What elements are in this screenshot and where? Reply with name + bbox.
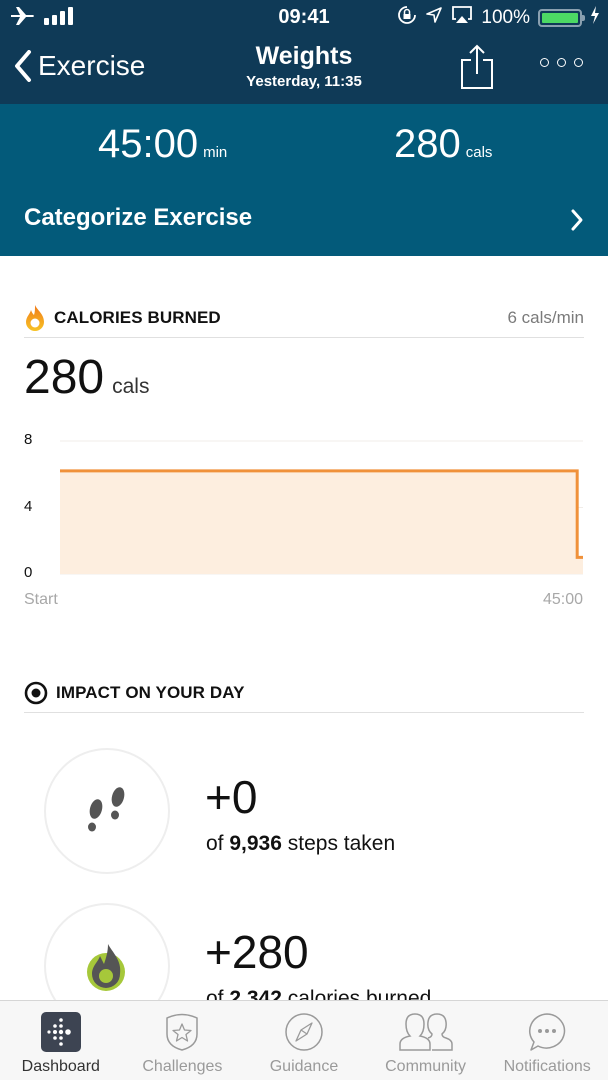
battery-percent: 100% <box>481 7 530 28</box>
calories-chart-svg <box>60 440 583 575</box>
community-icon <box>398 1012 454 1052</box>
steps-delta: +0 <box>205 771 258 823</box>
total-calories-value: 280 <box>24 351 105 404</box>
notifications-icon <box>527 1012 567 1052</box>
total-calories-unit: cals <box>112 375 150 398</box>
y-tick-label: 4 <box>24 497 33 515</box>
categorize-exercise-label: Categorize Exercise <box>24 204 253 231</box>
tab-label: Dashboard <box>21 1058 100 1075</box>
battery-icon <box>538 9 585 27</box>
x-tick-label: Start <box>24 591 58 608</box>
back-label: Exercise <box>38 50 146 81</box>
dashboard-icon <box>40 1012 81 1052</box>
challenges-icon <box>162 1012 202 1052</box>
section-title: CALORIES BURNED <box>54 307 221 327</box>
footprints-icon <box>88 787 125 832</box>
calories-delta: +280 <box>205 926 309 978</box>
tab-label: Challenges <box>142 1058 223 1075</box>
calorie-flame-icon <box>87 944 125 991</box>
categorize-exercise-row[interactable]: Categorize Exercise <box>0 196 608 246</box>
tab-challenges[interactable]: Challenges <box>122 1001 244 1080</box>
icon-ring <box>44 748 170 874</box>
impact-item-steps[interactable]: +0 of 9,936 steps taken <box>0 748 608 878</box>
section-title: IMPACT ON YOUR DAY <box>56 682 245 702</box>
chevron-left-icon <box>15 50 31 82</box>
tab-guidance[interactable]: Guidance <box>243 1001 365 1080</box>
share-icon <box>461 44 493 89</box>
airplay-icon <box>451 5 473 31</box>
navigation-bar: Exercise Weights Yesterday, 11:35 <box>0 34 608 104</box>
steps-description: of 9,936 steps taken <box>206 832 396 855</box>
calories-stat: 280 cals <box>394 122 492 167</box>
location-icon <box>425 6 443 30</box>
more-icon <box>540 58 549 67</box>
x-tick-label: 45:00 <box>542 591 583 608</box>
tab-dashboard[interactable]: Dashboard <box>0 1001 122 1080</box>
share-button[interactable] <box>460 44 494 95</box>
tab-label: Notifications <box>503 1058 591 1075</box>
tab-community[interactable]: Community <box>365 1001 487 1080</box>
tab-bar: Dashboard Challenges Guidance Community … <box>0 1000 608 1080</box>
target-icon <box>24 681 48 704</box>
charging-icon <box>590 6 600 30</box>
y-tick-label: 8 <box>24 431 33 448</box>
duration-stat: 45:00 min <box>98 122 227 167</box>
tab-label: Guidance <box>269 1058 339 1075</box>
calories-value: 280 <box>394 122 461 166</box>
calories-area <box>60 470 583 574</box>
total-calories: 280 cals <box>24 350 149 405</box>
calories-unit: cals <box>465 144 493 161</box>
back-button[interactable]: Exercise <box>14 50 145 82</box>
exercise-summary: 45:00 min 280 cals Categorize Exercise <box>0 104 608 256</box>
y-tick-label: 0 <box>24 564 33 581</box>
calories-burned-header: CALORIES BURNED 6 cals/min <box>24 298 584 338</box>
chevron-right-icon <box>571 209 583 231</box>
steps-total: 9,936 <box>229 832 282 855</box>
exercise-detail-screen: 09:41 100% Exercise Weights Yesterday, 1… <box>0 0 608 1080</box>
top-bar: 09:41 100% Exercise Weights Yesterday, 1… <box>0 0 608 104</box>
flame-icon <box>26 304 44 331</box>
calories-chart: 0 4 8 Start 45:00 <box>0 420 608 620</box>
calorie-rate: 6 cals/min <box>507 307 584 327</box>
duration-value: 45:00 <box>98 122 199 166</box>
status-bar: 09:41 100% <box>0 0 608 34</box>
duration-unit: min <box>203 144 228 161</box>
more-button[interactable] <box>540 58 583 67</box>
tab-label: Community <box>385 1058 467 1075</box>
rotation-lock-icon <box>397 5 417 31</box>
impact-header: IMPACT ON YOUR DAY <box>24 673 584 713</box>
compass-icon <box>284 1012 324 1052</box>
tab-notifications[interactable]: Notifications <box>486 1001 608 1080</box>
